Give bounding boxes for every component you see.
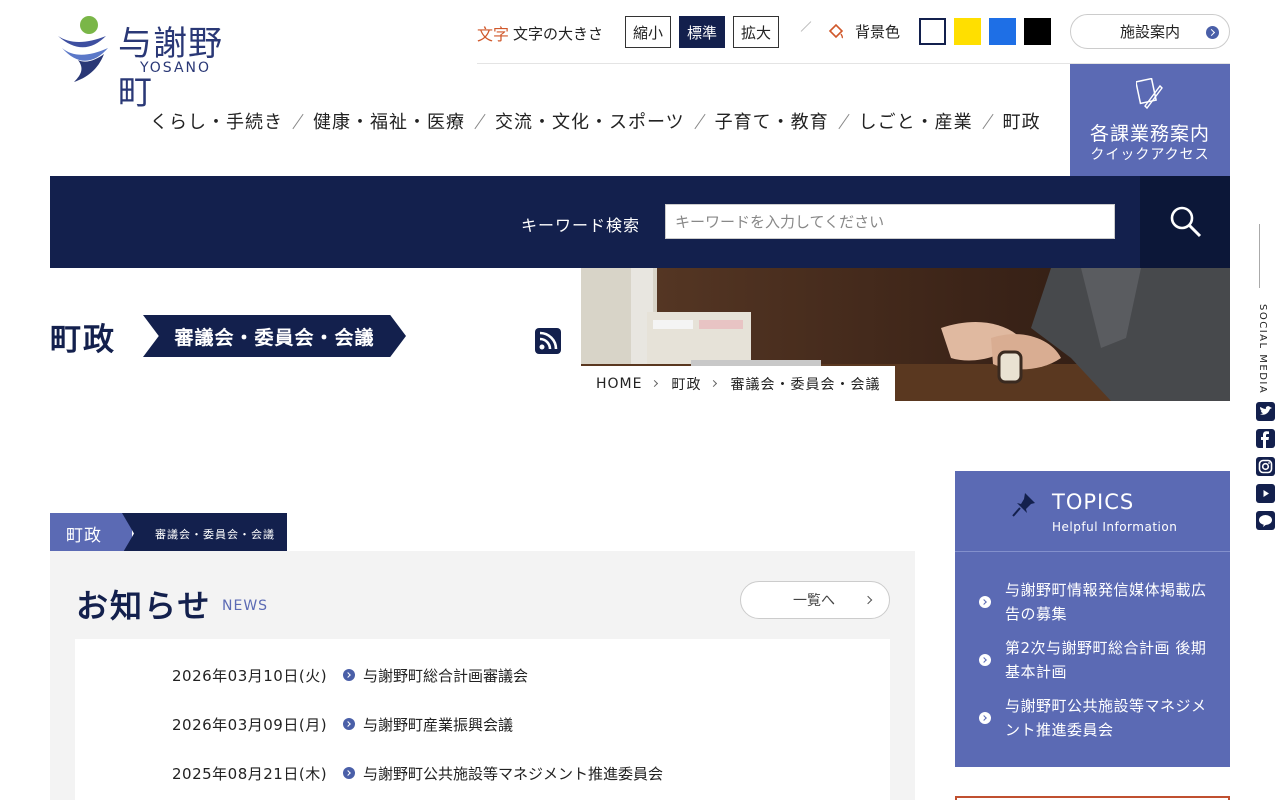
facility-guide-button[interactable]: 施設案内	[1070, 14, 1230, 49]
tab-councils[interactable]: 審議会・委員会・会議	[122, 513, 287, 554]
news-item[interactable]: 2026年03月09日(月) 与謝野町産業振興会議	[172, 713, 513, 735]
nav-separator	[292, 113, 304, 129]
search-label: キーワード検索	[521, 216, 641, 235]
paint-bucket-icon	[828, 23, 844, 39]
arrow-circle-icon	[1206, 26, 1219, 39]
social-divider	[1259, 224, 1260, 288]
font-size-label: 文字の大きさ	[513, 25, 604, 43]
arrow-circle-icon	[979, 596, 991, 608]
view-all-label: 一覧へ	[793, 593, 835, 609]
quick-access-title: 各課業務案内	[1089, 123, 1210, 145]
nav-item-business[interactable]: しごと・産業	[859, 108, 973, 134]
arrow-circle-icon	[979, 654, 991, 666]
arrow-circle-icon	[979, 712, 991, 724]
search-button[interactable]	[1140, 176, 1230, 268]
site-logo[interactable]: 与謝野町 YOSANO	[56, 14, 256, 113]
tab-government[interactable]: 町政	[50, 513, 132, 554]
news-title: お知らせ	[76, 587, 212, 625]
arrow-circle-icon	[343, 718, 355, 730]
breadcrumb-government[interactable]: 町政	[671, 374, 701, 394]
font-size-large-button[interactable]: 拡大	[733, 16, 779, 48]
nav-separator	[982, 113, 994, 129]
font-size-icon: 文字	[477, 25, 510, 44]
pin-icon	[1012, 493, 1035, 517]
next-panel	[955, 796, 1230, 800]
divider	[800, 21, 812, 32]
news-link[interactable]: 与謝野町公共施設等マネジメント推進委員会	[363, 763, 663, 784]
bg-yellow-swatch[interactable]	[954, 18, 981, 45]
twitter-icon[interactable]	[1256, 402, 1275, 421]
bg-black-swatch[interactable]	[1024, 18, 1051, 45]
view-all-button[interactable]: 一覧へ	[740, 581, 890, 619]
breadcrumb-home[interactable]: HOME	[596, 376, 642, 392]
topic-link[interactable]: 第2次与謝野町総合計画 後期基本計画	[1005, 636, 1215, 684]
news-date: 2026年03月09日(月)	[172, 715, 328, 734]
rss-icon[interactable]	[535, 328, 561, 354]
news-link[interactable]: 与謝野町産業振興会議	[363, 714, 513, 735]
quick-access-sub: クイックアクセス	[1090, 147, 1210, 163]
nav-item-government[interactable]: 町政	[1003, 108, 1041, 134]
search-icon	[1170, 206, 1202, 238]
topics-panel: TOPICS Helpful Information 与謝野町情報発信媒体掲載広…	[955, 471, 1230, 767]
news-panel: お知らせ NEWS 一覧へ 2026年03月10日(火) 与謝野町総合計画審議会…	[50, 551, 915, 800]
utility-bar: 文字 文字の大きさ 縮小 標準 拡大 背景色 施設案内	[477, 14, 1230, 64]
bg-color-label: 背景色	[855, 23, 901, 41]
document-icon	[1136, 78, 1163, 110]
news-item[interactable]: 2025年08月21日(木) 与謝野町公共施設等マネジメント推進委員会	[172, 762, 663, 784]
nav-item-culture[interactable]: 交流・文化・スポーツ	[495, 108, 685, 134]
breadcrumb: HOME 町政 審議会・委員会・会議	[581, 366, 896, 401]
news-link[interactable]: 与謝野町総合計画審議会	[363, 665, 528, 686]
news-date: 2025年08月21日(木)	[172, 764, 328, 783]
nav-separator	[474, 113, 486, 129]
news-list: 2026年03月10日(火) 与謝野町総合計画審議会 2026年03月09日(月…	[75, 639, 890, 800]
breadcrumb-current: 審議会・委員会・会議	[730, 376, 881, 393]
nav-separator	[838, 113, 850, 129]
town-emblem-icon	[58, 16, 108, 82]
youtube-icon[interactable]	[1256, 484, 1275, 503]
facebook-icon[interactable]	[1256, 429, 1275, 448]
arrow-circle-icon	[343, 767, 355, 779]
search-input[interactable]	[665, 204, 1115, 239]
chevron-right-icon	[651, 379, 659, 388]
category-badge: 審議会・委員会・会議	[143, 315, 406, 357]
facility-guide-label: 施設案内	[1119, 23, 1180, 41]
news-item[interactable]: 2026年03月10日(火) 与謝野町総合計画審議会	[172, 664, 528, 686]
topic-link[interactable]: 与謝野町公共施設等マネジメント推進委員会	[1005, 694, 1215, 742]
search-bar: キーワード検索	[50, 176, 1230, 268]
bg-blue-swatch[interactable]	[989, 18, 1016, 45]
nav-item-education[interactable]: 子育て・教育	[715, 108, 829, 134]
quick-access-button[interactable]: 各課業務案内 クイックアクセス	[1070, 64, 1230, 176]
topics-header: TOPICS Helpful Information	[955, 471, 1230, 552]
nav-item-health[interactable]: 健康・福祉・医療	[313, 108, 465, 134]
chevron-right-icon	[863, 595, 873, 605]
topics-subtitle: Helpful Information	[1052, 520, 1178, 534]
news-subtitle: NEWS	[222, 598, 269, 614]
font-size-small-button[interactable]: 縮小	[625, 16, 671, 48]
line-icon[interactable]	[1256, 511, 1275, 530]
nav-item-living[interactable]: くらし・手続き	[150, 108, 283, 134]
logo-subtext: YOSANO	[140, 60, 212, 76]
social-media-label: SOCIAL MEDIA	[1257, 304, 1268, 395]
nav-separator	[694, 113, 706, 129]
font-size-normal-button[interactable]: 標準	[679, 16, 725, 48]
topic-link[interactable]: 与謝野町情報発信媒体掲載広告の募集	[1005, 578, 1215, 626]
arrow-circle-icon	[343, 669, 355, 681]
instagram-icon[interactable]	[1256, 457, 1275, 476]
global-nav: くらし・手続き 健康・福祉・医療 交流・文化・スポーツ 子育て・教育 しごと・産…	[150, 108, 1041, 134]
page-title: 町政	[50, 322, 116, 358]
topics-title: TOPICS	[1052, 490, 1135, 514]
news-date: 2026年03月10日(火)	[172, 666, 328, 685]
chevron-right-icon	[710, 379, 718, 388]
bg-white-swatch[interactable]	[919, 18, 946, 45]
